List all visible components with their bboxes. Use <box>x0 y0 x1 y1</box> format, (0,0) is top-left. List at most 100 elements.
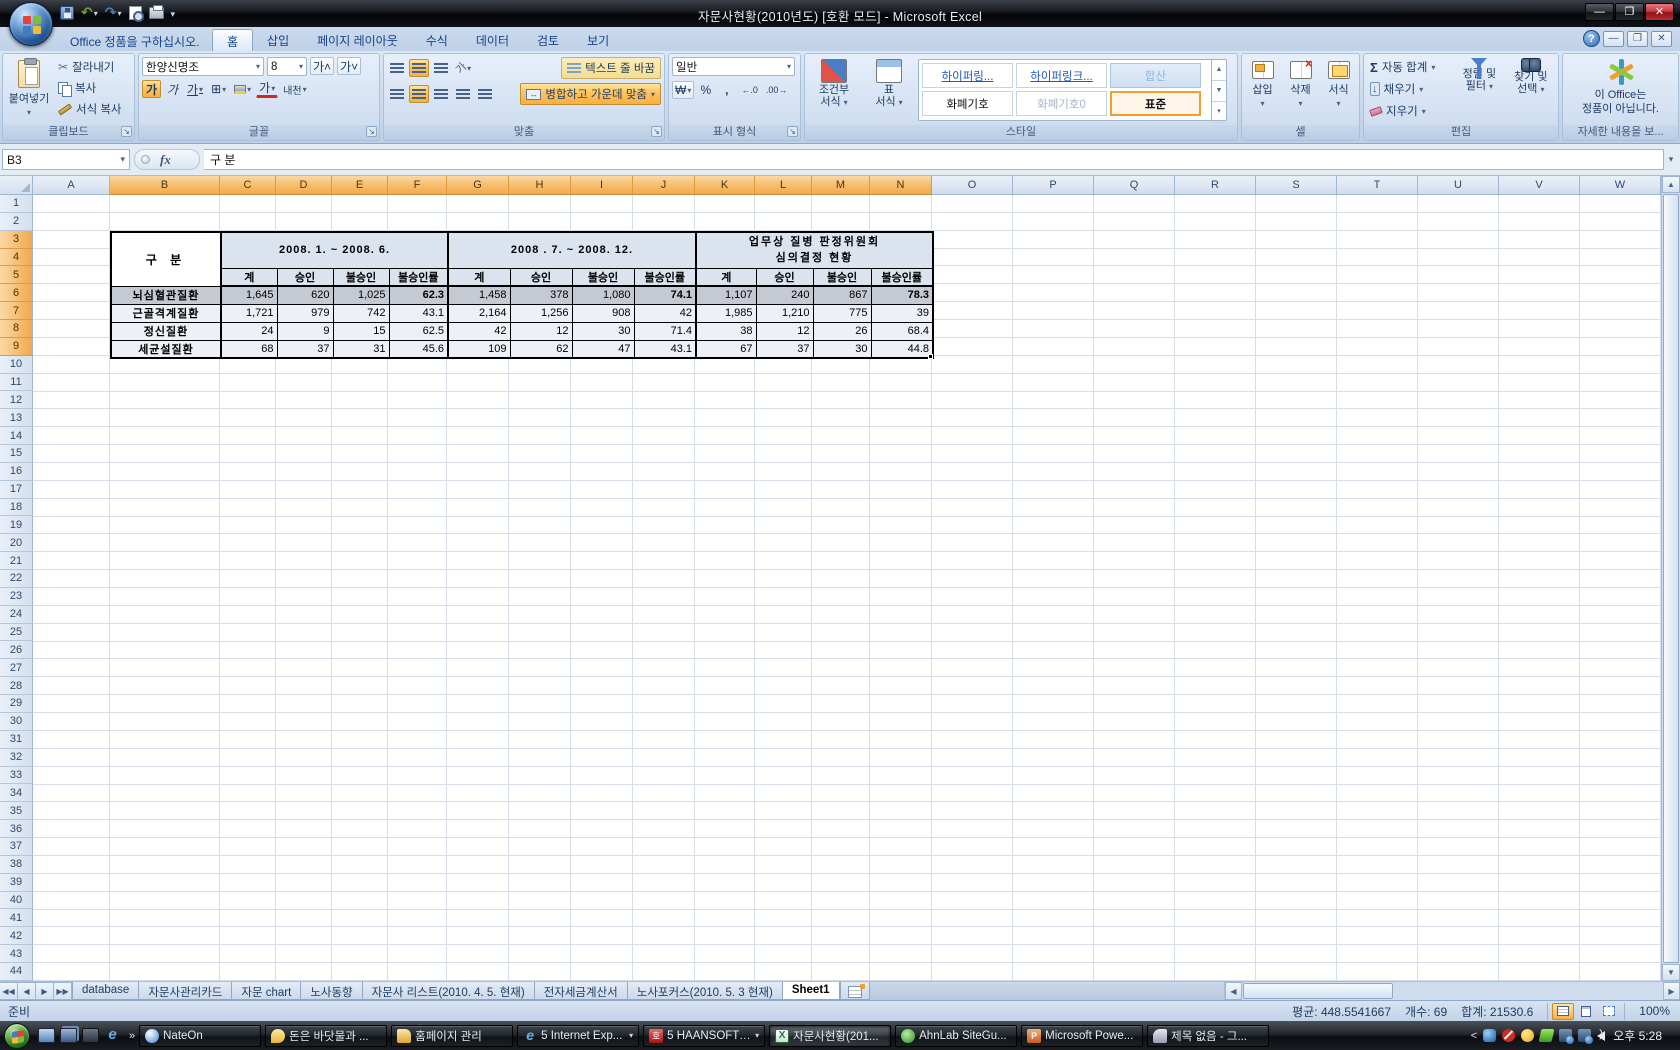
decrease-indent-button[interactable] <box>453 85 473 103</box>
active-cell-b3[interactable]: 구 분 <box>111 232 221 286</box>
value-cell[interactable]: 62.5 <box>389 322 448 340</box>
row-header-44[interactable]: 44 <box>0 963 33 981</box>
switch-windows-icon[interactable] <box>60 1028 77 1043</box>
sheet-tab-3[interactable]: 노사동향 <box>300 982 361 1000</box>
tab-review[interactable]: 검토 <box>523 29 573 51</box>
value-cell[interactable]: 742 <box>333 304 389 322</box>
taskbar-button-homepage-folder[interactable]: 홈페이지 관리 <box>391 1025 513 1047</box>
find-select-button[interactable]: 찾기 및선택 ▾ <box>1507 57 1555 125</box>
value-cell[interactable]: 1,256 <box>510 304 572 322</box>
column-header-D[interactable]: D <box>276 176 332 195</box>
row-header-26[interactable]: 26 <box>0 641 33 659</box>
insert-cells-button[interactable]: 삽입▾ <box>1245 57 1280 125</box>
close-button[interactable]: ✕ <box>1645 3 1674 21</box>
row-header-7[interactable]: 7 <box>0 302 33 320</box>
shrink-font-button[interactable]: 가˅ <box>337 57 361 75</box>
value-cell[interactable]: 45.6 <box>389 340 448 358</box>
sheet-tab-6[interactable]: 노사포커스(2010. 5. 3 현재) <box>627 982 782 1000</box>
value-cell[interactable]: 378 <box>510 286 572 304</box>
align-middle-button[interactable] <box>409 59 429 77</box>
wrap-text-button[interactable]: 텍스트 줄 바꿈 <box>561 57 661 79</box>
cut-button[interactable]: ✂잘라내기 <box>55 57 125 77</box>
value-cell[interactable]: 30 <box>572 322 634 340</box>
sheet-tab-1[interactable]: 자문사관리카드 <box>138 982 231 1000</box>
cell-style-item-0[interactable]: 하이퍼링... <box>922 63 1013 88</box>
get-genuine-office-tab[interactable]: Office 정품을 구하십시오. <box>62 31 207 52</box>
value-cell[interactable]: 867 <box>813 286 871 304</box>
chevron-down-icon[interactable]: ▾ <box>629 1031 633 1040</box>
column-header-J[interactable]: J <box>633 176 695 195</box>
sort-filter-button[interactable]: 정렬 및필터 ▾ <box>1455 57 1503 125</box>
gallery-more-icon[interactable]: ▾ <box>1212 102 1226 123</box>
column-header-T[interactable]: T <box>1337 176 1418 195</box>
value-cell[interactable]: 240 <box>756 286 813 304</box>
column-header-W[interactable]: W <box>1580 176 1661 195</box>
taskbar-button-ahnlab-sitegurad[interactable]: AhnLab SiteGu... <box>895 1025 1017 1047</box>
sheet-tab-0[interactable]: database <box>72 982 138 1000</box>
increase-decimal-button[interactable]: ←.0 <box>738 83 761 97</box>
help-icon[interactable]: ? <box>1583 30 1600 47</box>
row-header-20[interactable]: 20 <box>0 534 33 552</box>
column-header-G[interactable]: G <box>447 176 509 195</box>
internet-explorer-icon[interactable]: e <box>104 1028 121 1043</box>
row-header-22[interactable]: 22 <box>0 570 33 588</box>
value-cell[interactable]: 37 <box>756 340 813 358</box>
value-cell[interactable]: 39 <box>871 304 933 322</box>
gallery-scroll-up-icon[interactable]: ▲ <box>1212 60 1226 81</box>
value-cell[interactable]: 1,080 <box>572 286 634 304</box>
value-cell[interactable]: 1,458 <box>448 286 510 304</box>
table-subheader[interactable]: 불승인 <box>572 268 634 286</box>
tab-insert[interactable]: 삽입 <box>253 29 303 51</box>
row-header-24[interactable]: 24 <box>0 606 33 624</box>
redo-dropdown-arrow[interactable]: ▾ <box>117 9 121 18</box>
sheet-cells-area[interactable]: 구 분2008. 1. ~ 2008. 6.2008 . 7. ~ 2008. … <box>33 195 1661 981</box>
table-subheader[interactable]: 불승인 <box>813 268 871 286</box>
value-cell[interactable]: 1,107 <box>696 286 756 304</box>
table-subheader[interactable]: 계 <box>221 268 277 286</box>
value-cell[interactable]: 71.4 <box>634 322 696 340</box>
value-cell[interactable]: 1,985 <box>696 304 756 322</box>
column-header-A[interactable]: A <box>33 176 110 195</box>
value-cell[interactable]: 1,025 <box>333 286 389 304</box>
bold-button[interactable]: 가 <box>142 80 161 98</box>
align-center-button[interactable] <box>409 85 429 103</box>
value-cell[interactable]: 775 <box>813 304 871 322</box>
value-cell[interactable]: 62.3 <box>389 286 448 304</box>
value-cell[interactable]: 47 <box>572 340 634 358</box>
dialog-launcher-icon[interactable]: ↘ <box>121 126 132 137</box>
value-cell[interactable]: 30 <box>813 340 871 358</box>
tab-data[interactable]: 데이터 <box>462 29 523 51</box>
paste-button[interactable]: 붙여넣기 ▾ <box>6 57 52 125</box>
row-header-25[interactable]: 25 <box>0 624 33 642</box>
vertical-scrollbar-thumb[interactable] <box>1663 194 1679 963</box>
row-header-42[interactable]: 42 <box>0 927 33 945</box>
percent-format-button[interactable]: % <box>696 81 715 99</box>
row-header-11[interactable]: 11 <box>0 374 33 392</box>
dialog-launcher-icon[interactable]: ↘ <box>787 126 798 137</box>
format-painter-button[interactable]: 서식 복사 <box>55 99 125 119</box>
value-cell[interactable]: 1,645 <box>221 286 277 304</box>
maximize-button[interactable]: ❐ <box>1615 3 1644 21</box>
fill-button[interactable]: ↓채우기▾ <box>1367 79 1452 99</box>
value-cell[interactable]: 24 <box>221 322 277 340</box>
row-header-41[interactable]: 41 <box>0 909 33 927</box>
font-color-button[interactable]: 가▾ <box>256 80 278 98</box>
row-header-36[interactable]: 36 <box>0 820 33 838</box>
page-break-view-button[interactable] <box>1598 1003 1620 1020</box>
column-header-R[interactable]: R <box>1175 176 1256 195</box>
row-name-cell[interactable]: 뇌심혈관질환 <box>111 286 221 304</box>
volume-icon[interactable] <box>1597 1031 1605 1041</box>
page-layout-view-button[interactable] <box>1575 1003 1597 1020</box>
row-header-8[interactable]: 8 <box>0 320 33 338</box>
last-sheet-icon[interactable]: ▶▶ <box>54 982 72 1000</box>
row-header-1[interactable]: 1 <box>0 195 33 213</box>
table-group-header-1[interactable]: 2008 . 7. ~ 2008. 12. <box>448 232 696 268</box>
value-cell[interactable]: 74.1 <box>634 286 696 304</box>
value-cell[interactable]: 68 <box>221 340 277 358</box>
row-name-cell[interactable]: 근골격계질환 <box>111 304 221 322</box>
scroll-left-icon[interactable]: ◀ <box>1225 982 1242 1000</box>
column-header-P[interactable]: P <box>1013 176 1094 195</box>
cell-style-item-2[interactable]: 합산 <box>1110 63 1201 88</box>
currency-format-button[interactable]: ₩▾ <box>672 81 694 99</box>
cell-style-item-1[interactable]: 하이퍼링크... <box>1016 63 1107 88</box>
